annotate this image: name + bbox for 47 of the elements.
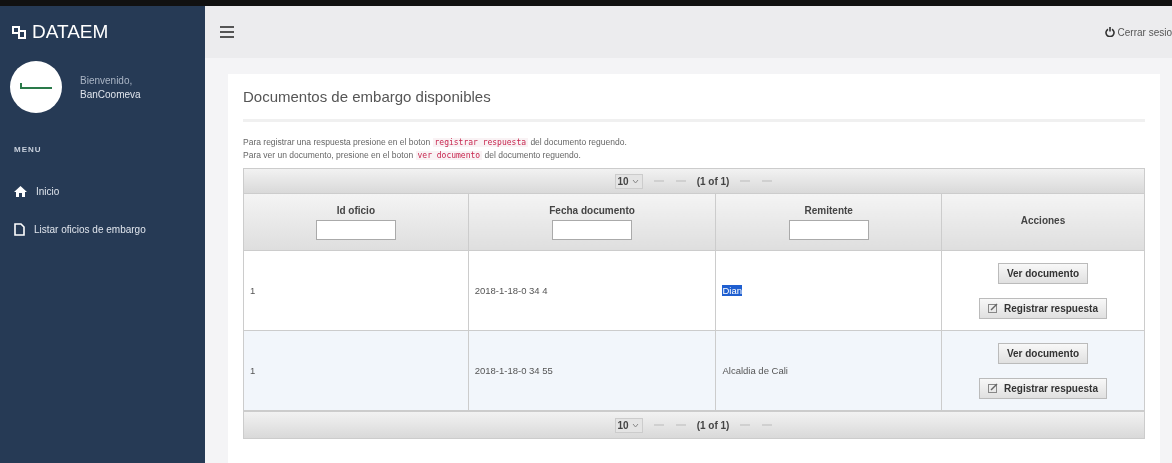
view-document-button[interactable]: Ver documento — [997, 262, 1089, 284]
sender-text: Alcaldia de Cali — [722, 365, 788, 376]
rows-per-page-dropdown[interactable]: 10 — [614, 417, 643, 433]
menu-heading: MENU — [13, 144, 43, 156]
greeting-text: Bienvenido, — [80, 74, 134, 86]
edit-icon — [988, 383, 1000, 393]
page-indicator: (1 of 1) — [696, 175, 730, 187]
page-indicator: (1 of 1) — [696, 419, 730, 431]
last-page-icon[interactable] — [761, 421, 774, 429]
menu-item[interactable]: Listar oficios de embargo — [0, 210, 205, 248]
brand-title: DATAEM — [32, 21, 109, 43]
previous-page-icon[interactable] — [674, 421, 687, 429]
avatar — [10, 61, 62, 113]
previous-page-icon[interactable] — [674, 177, 687, 185]
document-icon — [14, 222, 25, 236]
logo-icon — [10, 23, 28, 41]
power-icon — [1104, 27, 1115, 37]
next-page-icon[interactable] — [739, 177, 752, 185]
logout-link[interactable]: Cerrar sesio — [1104, 26, 1172, 38]
table-cell: 2018-1-18-0 34 55 — [468, 330, 716, 411]
rows-per-page-dropdown[interactable]: 10 — [614, 173, 643, 189]
panel-title: Documentos de embargo disponibles — [243, 88, 1145, 122]
filter-field[interactable] — [788, 219, 869, 240]
column-header: Fecha documento — [468, 194, 716, 251]
view-document-button[interactable]: Ver documento — [997, 342, 1089, 364]
first-page-icon[interactable] — [652, 177, 665, 185]
menu-icon[interactable] — [220, 26, 234, 38]
last-page-icon[interactable] — [761, 177, 774, 185]
column-header: Id oficio — [244, 194, 469, 251]
column-header: Remitente — [715, 194, 942, 251]
register-response-button[interactable]: Registrar respuesta — [979, 377, 1107, 399]
instruction-text: Para ver un documento, presione en el boton ver documento del documento reguendo. — [243, 149, 582, 162]
instruction-text: Para registrar una respuesta presione en el boton registrar respuesta del documento reguendo. — [243, 136, 628, 149]
first-page-icon[interactable] — [652, 421, 665, 429]
sender-text: Dian — [722, 285, 742, 296]
table-cell: 2018-1-18-0 34 4 — [468, 250, 716, 331]
user-name: BanCoomeva — [80, 88, 141, 100]
edit-icon — [988, 303, 1000, 313]
home-icon — [14, 185, 27, 197]
table-cell: 1 — [244, 250, 469, 331]
menu-item[interactable]: Inicio — [0, 172, 205, 210]
next-page-icon[interactable] — [739, 421, 752, 429]
filter-field[interactable] — [315, 219, 396, 240]
column-header: Acciones — [941, 194, 1144, 251]
table-cell: 1 — [244, 330, 469, 411]
register-response-button[interactable]: Registrar respuesta — [979, 297, 1107, 319]
filter-field[interactable] — [552, 219, 633, 240]
